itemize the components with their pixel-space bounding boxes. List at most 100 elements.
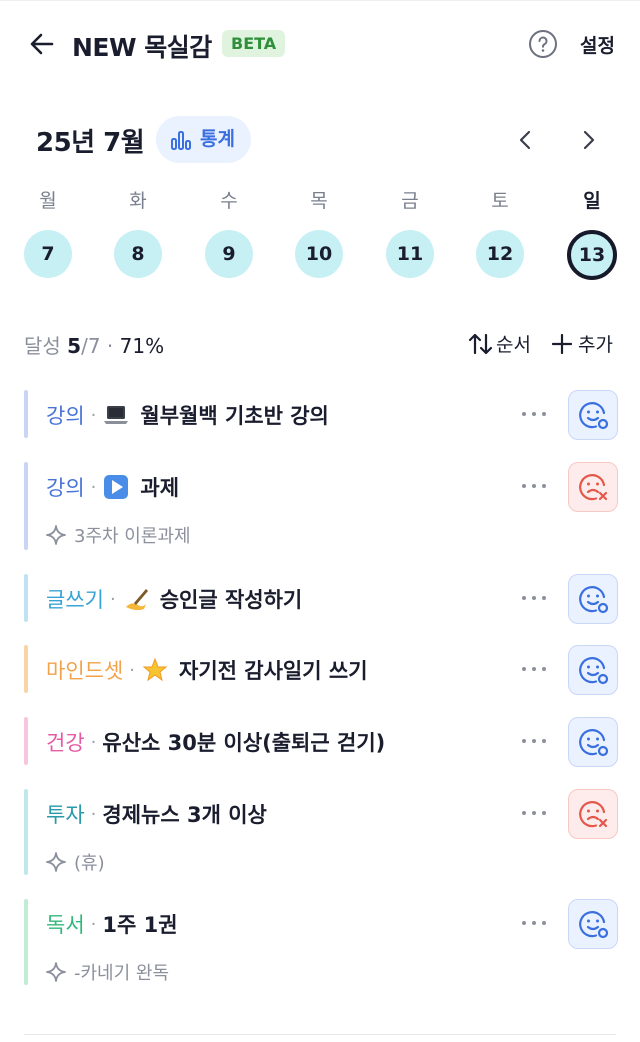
status-success-button[interactable] <box>568 899 618 949</box>
note-text: -카네기 완독 <box>74 963 170 984</box>
weekday-label: 토 <box>491 190 509 212</box>
date-circle[interactable]: 10 <box>295 230 343 278</box>
item-title: 월부월백 기초반 강의 <box>140 404 329 428</box>
date-circle[interactable]: 12 <box>476 230 524 278</box>
category-label: 투자 <box>46 803 85 827</box>
item-title: 유산소 30분 이상(출퇴근 걷기) <box>102 731 386 755</box>
arrow-left-icon[interactable] <box>26 28 58 60</box>
chevron-right-icon[interactable] <box>574 126 602 154</box>
item-title: 과제 <box>140 476 180 500</box>
more-options-icon[interactable] <box>518 474 550 498</box>
sort-label: 순서 <box>496 334 531 356</box>
done-count: 5 <box>67 334 82 358</box>
more-options-icon[interactable] <box>518 402 550 426</box>
list-item[interactable]: 투자 · 경제뉴스 3개 이상 (휴) <box>24 789 624 875</box>
day-cell-selected[interactable]: 일 13 <box>562 186 622 280</box>
status-success-button[interactable] <box>568 645 618 695</box>
category-color-bar <box>24 390 28 438</box>
weekday-label: 금 <box>401 190 419 212</box>
glowing-star-icon <box>142 657 168 682</box>
sad-face-x-icon <box>579 474 608 501</box>
achievement-percent: 71% <box>119 334 165 358</box>
weekday-label: 목 <box>310 190 328 212</box>
day-cell[interactable]: 수 9 <box>199 186 259 278</box>
page-title: NEW 목실감 <box>72 33 212 62</box>
beta-badge: BETA <box>222 30 286 57</box>
separator-dot: · <box>129 659 136 681</box>
category-label: 독서 <box>46 913 85 937</box>
day-cell[interactable]: 월 7 <box>18 186 78 278</box>
sort-button[interactable]: 순서 <box>468 330 531 357</box>
list-item[interactable]: 독서 · 1주 1권 -카네기 완독 <box>24 899 624 985</box>
list-item[interactable]: 마인드셋 · 자기전 감사일기 쓰기 <box>24 645 624 695</box>
sparkle-icon <box>46 962 66 982</box>
smiley-check-icon <box>579 911 609 939</box>
day-cell[interactable]: 금 11 <box>380 186 440 278</box>
smiley-check-icon <box>579 729 609 757</box>
sort-arrows-icon <box>468 333 493 354</box>
more-options-icon[interactable] <box>518 911 550 935</box>
item-note: 3주차 이론과제 <box>46 522 191 548</box>
category-color-bar <box>24 574 28 622</box>
add-label: 추가 <box>578 334 613 356</box>
more-options-icon[interactable] <box>518 657 550 681</box>
day-cell[interactable]: 목 10 <box>289 186 349 278</box>
list-item[interactable]: 건강 · 유산소 30분 이상(출퇴근 걷기) <box>24 717 624 767</box>
weekday-label: 화 <box>129 190 147 212</box>
date-circle-selected[interactable]: 13 <box>567 230 617 280</box>
item-heading: 투자 · 경제뉴스 3개 이상 <box>46 799 267 829</box>
month-label: 25년 7월 <box>36 128 145 158</box>
status-fail-button[interactable] <box>568 462 618 512</box>
status-success-button[interactable] <box>568 717 618 767</box>
category-label: 글쓰기 <box>46 588 104 612</box>
date-circle[interactable]: 9 <box>205 230 253 278</box>
summary-label: 달성 <box>24 334 61 358</box>
bottom-divider <box>24 1034 616 1035</box>
item-heading: 강의 · 월부월백 기초반 강의 <box>46 400 329 430</box>
status-success-button[interactable] <box>568 574 618 624</box>
more-options-icon[interactable] <box>518 729 550 753</box>
item-title: 승인글 작성하기 <box>159 588 303 612</box>
date-circle[interactable]: 11 <box>386 230 434 278</box>
item-heading: 독서 · 1주 1권 <box>46 909 178 939</box>
chevron-left-icon[interactable] <box>512 126 540 154</box>
list-item[interactable]: 글쓰기 · 승인글 작성하기 <box>24 574 624 624</box>
app-header: NEW 목실감 BETA 설정 <box>0 18 640 70</box>
separator-dot: · <box>90 731 97 753</box>
stats-button[interactable]: 통계 <box>156 116 251 163</box>
date-circle[interactable]: 7 <box>24 230 72 278</box>
stats-label: 통계 <box>200 128 235 150</box>
achievement-summary: 달성 5/7 · 71% <box>24 330 164 359</box>
separator-dot: · <box>90 476 97 498</box>
item-title: 경제뉴스 3개 이상 <box>102 803 267 827</box>
separator-dot: · <box>90 913 97 935</box>
list-item[interactable]: 강의 · 월부월백 기초반 강의 <box>24 390 624 440</box>
category-color-bar <box>24 645 28 693</box>
bar-chart-icon <box>171 130 191 150</box>
status-fail-button[interactable] <box>568 789 618 839</box>
category-label: 강의 <box>46 476 85 500</box>
category-color-bar <box>24 462 28 550</box>
play-button-icon <box>104 475 129 499</box>
sad-face-x-icon <box>579 801 608 828</box>
question-circle-icon[interactable] <box>528 29 558 59</box>
date-circle[interactable]: 8 <box>114 230 162 278</box>
day-cell[interactable]: 토 12 <box>470 186 530 278</box>
category-label: 마인드셋 <box>46 659 124 683</box>
plus-icon <box>552 333 572 354</box>
list-item[interactable]: 강의 · 과제 3주차 이론과제 <box>24 462 624 550</box>
smiley-check-icon <box>579 657 609 685</box>
category-color-bar <box>24 717 28 765</box>
separator-dot: · <box>90 404 97 426</box>
settings-button[interactable]: 설정 <box>580 31 615 58</box>
add-button[interactable]: 추가 <box>552 330 613 357</box>
day-cell[interactable]: 화 8 <box>108 186 168 278</box>
more-options-icon[interactable] <box>518 586 550 610</box>
category-color-bar <box>24 789 28 875</box>
more-options-icon[interactable] <box>518 801 550 825</box>
status-success-button[interactable] <box>568 390 618 440</box>
separator-dot: · <box>109 588 116 610</box>
category-label: 건강 <box>46 731 85 755</box>
total-count: /7 <box>81 334 101 358</box>
note-text: (휴) <box>74 853 105 874</box>
